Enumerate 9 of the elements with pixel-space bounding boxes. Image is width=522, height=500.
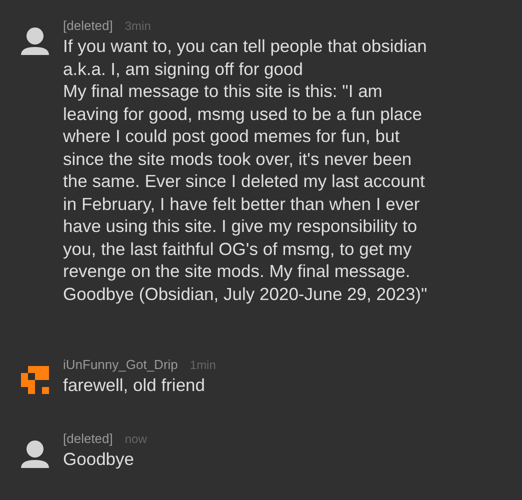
- user-avatar-icon: [19, 440, 51, 468]
- comment-text: Goodbye: [63, 448, 136, 470]
- comment-text: If you want to, you can tell people that obsidian a.k.a. I, am signing off for good My final message to this site is this: "I am leaving for good, msmg used to be a fun place where I could post good memes for fun, but since the site mods took over, it's never been the same. Ever since I deleted my last account in February, I have felt better than when I ever have using this site. I give my responsibility to you, the last faithful OG's of msmg, to get my revenge on the site mods. My final message. Goodbye (Obsidian, July 2020-June 29, 2023)": [63, 35, 428, 305]
- pixel-avatar-icon: [19, 366, 51, 394]
- comment-text: farewell, old friend: [63, 374, 206, 396]
- username[interactable]: [deleted]: [63, 18, 113, 33]
- user-avatar-icon: [19, 27, 51, 55]
- username[interactable]: iUnFunny_Got_Drip: [63, 357, 178, 372]
- username[interactable]: [deleted]: [63, 430, 113, 446]
